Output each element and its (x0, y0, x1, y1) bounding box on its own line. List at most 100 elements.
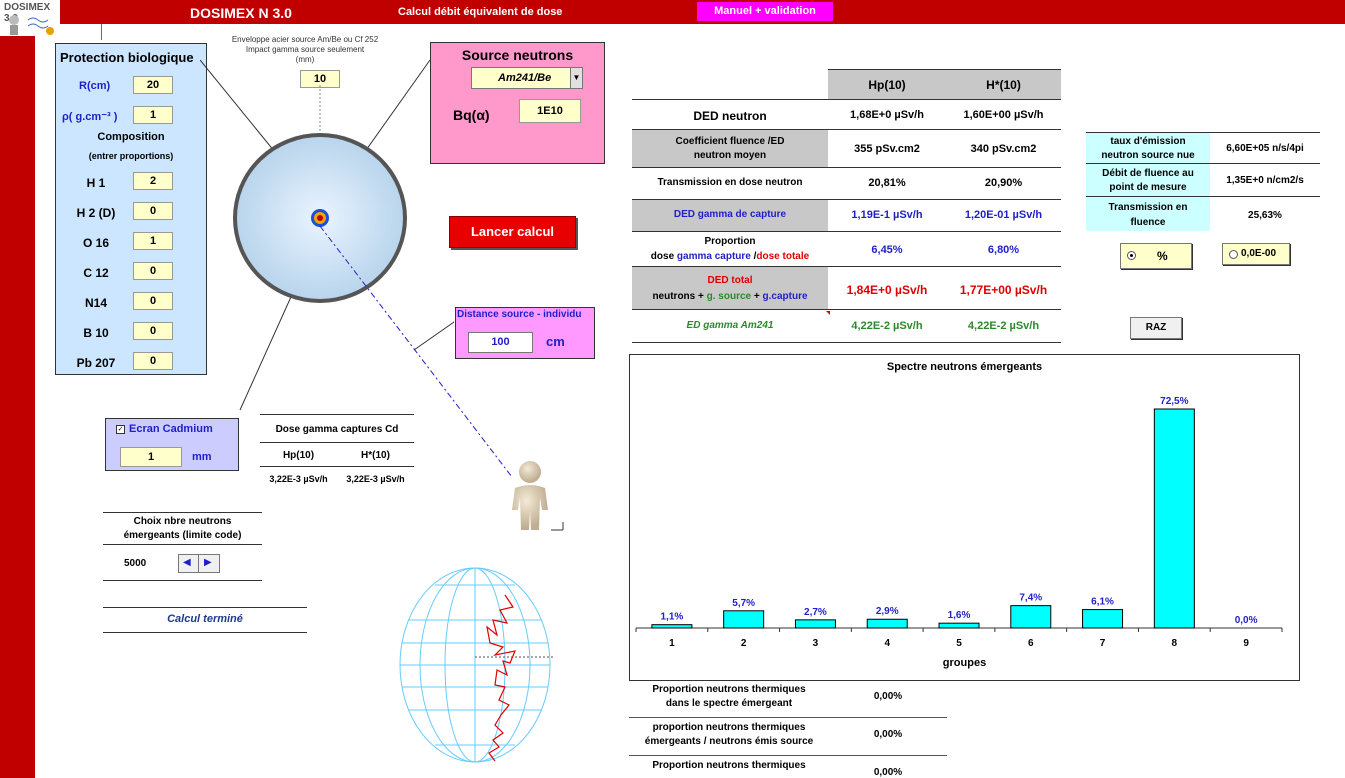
element-input[interactable]: 0 (133, 292, 173, 310)
value-option-label: 0,0E-00 (1241, 248, 1277, 259)
composition-hint: (entrer proportions) (88, 151, 174, 161)
cadmium-input[interactable]: 1 (120, 447, 182, 467)
element-input[interactable]: 0 (133, 202, 173, 220)
x-tick-label: 1 (669, 638, 675, 649)
bar-value-label: 2,7% (804, 607, 827, 618)
chart-xlabel: groupes (942, 657, 987, 669)
spectrum-chart: Spectre neutrons émergeants 1,1% 1 5,7% 2 2,… (629, 354, 1300, 681)
ded-neutron-hp: 1,68E+0 µSv/h (850, 109, 924, 121)
thermal-label1: Proportion neutrons thermiques (652, 760, 806, 771)
distance-input[interactable]: 100 (468, 332, 533, 353)
bq-input[interactable]: 1E10 (519, 99, 581, 123)
rate-value: 6,60E+05 n/s/4pi (1226, 143, 1304, 154)
proportion-label2: dose gamma capture /dose totale (632, 251, 828, 262)
chart-bar (794, 619, 836, 629)
value-option[interactable]: 0,0E-00 (1222, 243, 1290, 265)
gamma-cd-title: Dose gamma captures Cd (275, 424, 399, 435)
title-bar: DOSIMEX N 3.0 Calcul débit équivalent de… (0, 0, 1345, 24)
left-red-bar (0, 24, 35, 778)
chart-plot: 1,1% 1 5,7% 2 2,7% 3 2,9% 4 1,6% 5 7,4% 6 6,1% 7 72,5%… (635, 396, 1283, 649)
divider (101, 24, 102, 40)
element-input[interactable]: 2 (133, 172, 173, 190)
element-input[interactable]: 0 (133, 262, 173, 280)
fluence-label2: point de mesure (1109, 182, 1187, 193)
x-tick-label: 7 (1100, 638, 1106, 649)
gamma-cd-val1: 3,22E-3 µSv/h (269, 474, 328, 484)
distance-panel: Distance source - individu 100 cm (455, 307, 595, 359)
gamma-cd-table: Dose gamma captures Cd Hp(10) H*(10) 3,2… (260, 414, 414, 489)
thermal-label2: émergeants / neutrons émis source (644, 736, 814, 747)
raz-button[interactable]: RAZ (1130, 317, 1182, 339)
trans-label1: Transmission en (1108, 202, 1188, 213)
emission-table: taux d'émission neutron source nue 6,60E… (1086, 132, 1320, 232)
bar-value-label: 5,7% (732, 598, 755, 609)
x-tick-label: 5 (956, 638, 962, 649)
element-input[interactable]: 1 (133, 232, 173, 250)
x-tick-label: 4 (884, 638, 890, 649)
chart-bar (938, 622, 980, 629)
chevron-down-icon[interactable]: ▼ (570, 68, 582, 88)
coef-hp: 355 pSv.cm2 (854, 143, 920, 155)
element-input[interactable]: 0 (133, 322, 173, 340)
x-tick-label: 8 (1172, 638, 1178, 649)
x-tick-label: 9 (1243, 638, 1249, 649)
density-input[interactable]: 1 (133, 106, 173, 124)
ded-neutron-hstar: 1,60E+00 µSv/h (963, 109, 1044, 121)
coef-label1: Coefficient fluence /ED (675, 136, 785, 147)
status-text: Calcul terminé (167, 613, 243, 625)
element-label: B 10 (83, 326, 109, 340)
proportion-label1: Proportion (704, 236, 756, 247)
status-box: Calcul terminé (103, 607, 307, 633)
proportion-text-a: dose (650, 251, 677, 262)
element-label: H 1 (86, 176, 106, 190)
launch-button[interactable]: Lancer calcul (449, 216, 576, 248)
radius-input[interactable]: 20 (133, 76, 173, 94)
bar-value-label: 1,1% (660, 612, 683, 623)
total-hstar: 1,77E+00 µSv/h (959, 283, 1048, 297)
logo: DOSIMEX 3.0 (0, 0, 60, 36)
total-label1: DED total (707, 275, 753, 286)
percent-option[interactable]: % (1120, 243, 1192, 269)
thermal-label1: Proportion neutrons thermiques (652, 684, 806, 695)
neutron-count: 5000 (124, 558, 147, 569)
thermal-table: Proportion neutrons thermiques dans le sp… (629, 680, 947, 778)
element-label: H 2 (D) (76, 206, 116, 220)
radio-icon[interactable] (1229, 250, 1238, 259)
transmission-hstar: 20,90% (984, 177, 1023, 189)
total-hp: 1,84E+0 µSv/h (846, 283, 928, 297)
arrow-right-icon[interactable]: ▶ (204, 557, 212, 568)
neutron-spinner[interactable]: ◀ ▶ (178, 554, 220, 573)
source-select[interactable]: Am241/Be ▼ (471, 67, 583, 89)
cadmium-checkbox[interactable]: ✓ (116, 425, 125, 434)
element-label: O 16 (82, 236, 109, 250)
distance-unit: cm (546, 334, 565, 349)
thermal-divider (629, 755, 947, 756)
gamma-capture-hp: 1,19E-1 µSv/h (851, 209, 923, 221)
bar-value-label: 2,9% (876, 606, 899, 617)
chart-bar (1153, 408, 1195, 629)
bar-value-label: 1,6% (948, 610, 971, 621)
source-title: Source neutrons (461, 47, 574, 63)
bar-value-label: 7,4% (1019, 593, 1042, 604)
neutron-choice-title1: Choix nbre neutrons (133, 516, 232, 527)
results-col2: H*(10) (986, 78, 1021, 92)
thermal-label2: dans le spectre émergeant (665, 698, 793, 709)
fluence-label1: Débit de fluence au (1102, 168, 1194, 179)
radio-selected-icon[interactable] (1127, 251, 1136, 260)
element-input[interactable]: 0 (133, 352, 173, 370)
thermal-value: 0,00% (873, 691, 903, 702)
bar-value-label: 72,5% (1160, 396, 1188, 407)
manual-button[interactable]: Manuel + validation (697, 2, 833, 21)
thermal-value: 0,00% (873, 729, 903, 740)
globe-diagram (399, 567, 555, 763)
protection-panel: Protection biologique R(cm) 20 ρ( g.cm⁻³… (55, 43, 207, 375)
trans-value: 25,63% (1248, 210, 1282, 221)
proportion-text-b: gamma capture (676, 251, 751, 262)
results-table: Hp(10) H*(10) DED neutron 1,68E+0 µSv/h … (632, 69, 1062, 344)
source-panel: Source neutrons Am241/Be ▼ Bq(α) 1E10 (430, 42, 605, 164)
logo-icon (9, 15, 54, 35)
arrow-left-icon[interactable]: ◀ (183, 557, 191, 568)
x-tick-label: 6 (1028, 638, 1034, 649)
bar-value-label: 0,0% (1235, 615, 1258, 626)
gamma-capture-label: DED gamma de capture (673, 209, 787, 220)
